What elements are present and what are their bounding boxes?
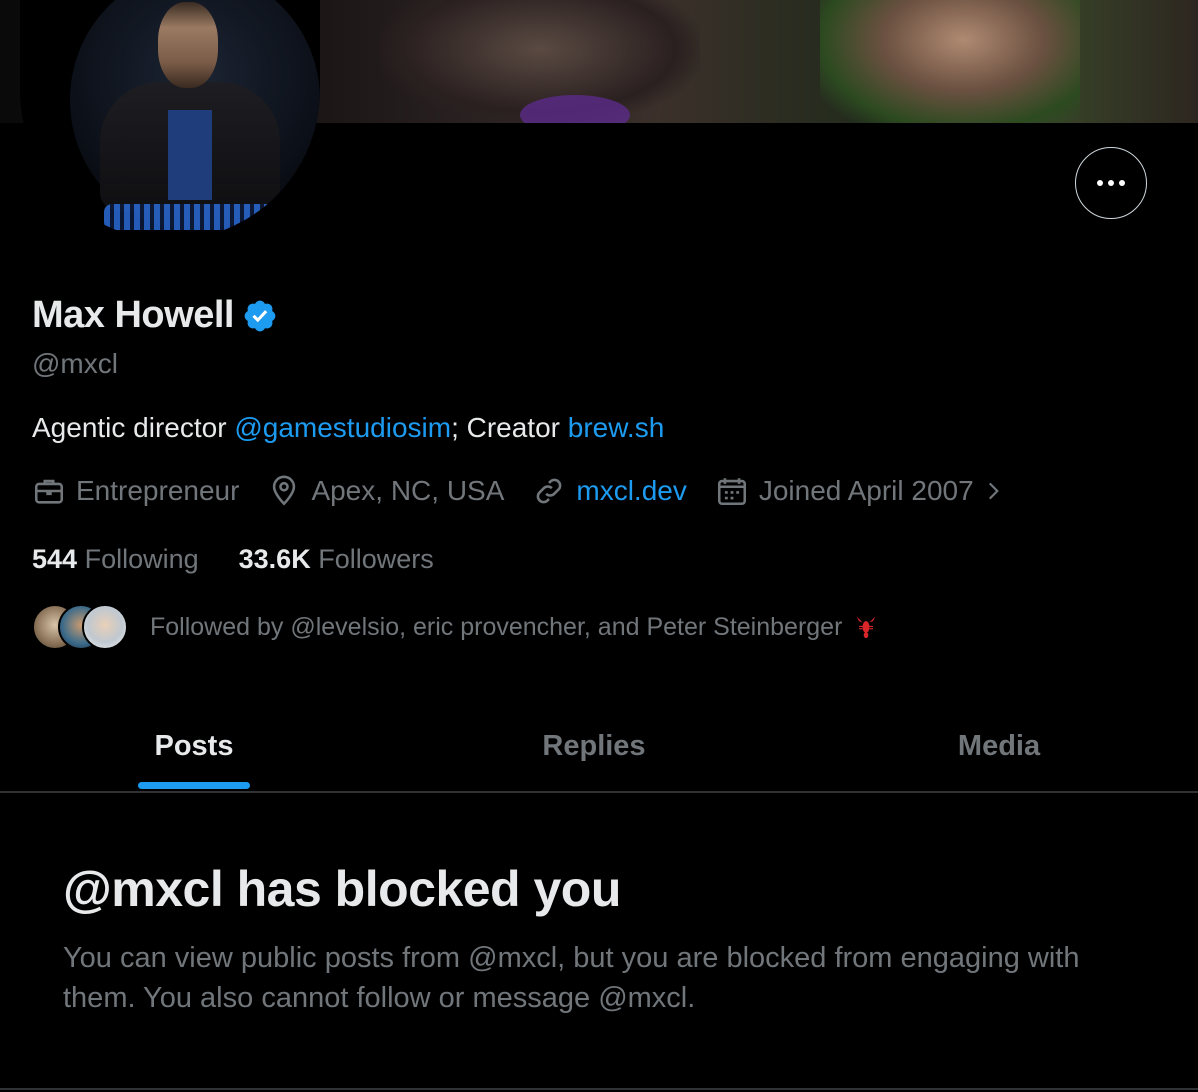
profile-location: Apex, NC, USA	[267, 474, 504, 508]
more-horizontal-icon	[1108, 180, 1114, 186]
tab-replies[interactable]: Replies	[388, 700, 800, 792]
bio-website-link[interactable]: brew.sh	[568, 412, 665, 443]
following-label: Following	[84, 544, 199, 574]
briefcase-icon	[34, 479, 64, 504]
profile-name: Max Howell	[32, 294, 234, 336]
following-count: 544	[32, 544, 78, 574]
location-pin-icon	[273, 475, 296, 506]
link-icon	[537, 478, 562, 504]
profile-profession: Entrepreneur	[32, 474, 239, 508]
profile-website[interactable]: mxcl.dev	[532, 474, 687, 508]
tab-posts[interactable]: Posts	[0, 700, 388, 792]
profile-meta: Entrepreneur Apex, NC, USA mxcl.dev Join…	[32, 474, 1006, 508]
blocked-title: @mxcl has blocked you	[63, 861, 621, 917]
tab-label: Posts	[154, 729, 234, 762]
location-text: Apex, NC, USA	[311, 475, 505, 506]
avatar	[82, 604, 128, 650]
more-options-button[interactable]	[1075, 147, 1147, 219]
followers-label: Followers	[318, 544, 434, 574]
active-tab-indicator	[138, 782, 250, 789]
bio-mention-link[interactable]: @gamestudiosim	[234, 412, 451, 443]
following-link[interactable]: 544 Following	[32, 544, 199, 575]
profile-stats: 544 Following 33.6K Followers	[32, 544, 474, 575]
banner-art-face	[820, 0, 1080, 123]
avatar-shirt	[168, 110, 212, 200]
profile-avatar[interactable]	[20, 0, 320, 240]
tab-media[interactable]: Media	[800, 700, 1198, 792]
followers-count: 33.6K	[238, 544, 311, 574]
more-horizontal-icon	[1119, 180, 1125, 186]
profile-bio: Agentic director @gamestudiosim; Creator…	[32, 412, 664, 444]
tab-label: Media	[957, 729, 1041, 762]
profession-text: Entrepreneur	[76, 475, 240, 506]
followed-by-avatars	[32, 604, 132, 650]
bio-text: ; Creator	[451, 412, 568, 443]
bio-text: Agentic director	[32, 412, 235, 443]
website-link[interactable]: mxcl.dev	[576, 475, 686, 507]
verified-badge-icon[interactable]	[242, 298, 278, 334]
profile-tabs: Posts Replies Media	[0, 700, 1198, 792]
content-divider	[0, 1088, 1198, 1090]
calendar-icon	[717, 478, 746, 506]
followed-by-text: Followed by @levelsio, eric provencher, …	[150, 612, 843, 641]
joined-text: Joined April 2007	[758, 475, 974, 506]
profile-name-row: Max Howell	[32, 294, 278, 337]
more-horizontal-icon	[1097, 180, 1103, 186]
followers-link[interactable]: 33.6K Followers	[239, 544, 434, 575]
profile-handle: @mxcl	[32, 348, 118, 379]
followed-by-row[interactable]: Followed by @levelsio, eric provencher, …	[32, 604, 880, 650]
tab-label: Replies	[542, 729, 646, 762]
chevron-right-icon	[988, 482, 999, 500]
lobster-icon	[855, 616, 877, 639]
avatar-head	[158, 2, 218, 88]
avatar-keyboard	[104, 204, 274, 230]
profile-joined[interactable]: Joined April 2007	[715, 474, 1006, 508]
tabs-divider	[0, 791, 1198, 793]
blocked-description: You can view public posts from @mxcl, bu…	[63, 942, 1080, 1014]
